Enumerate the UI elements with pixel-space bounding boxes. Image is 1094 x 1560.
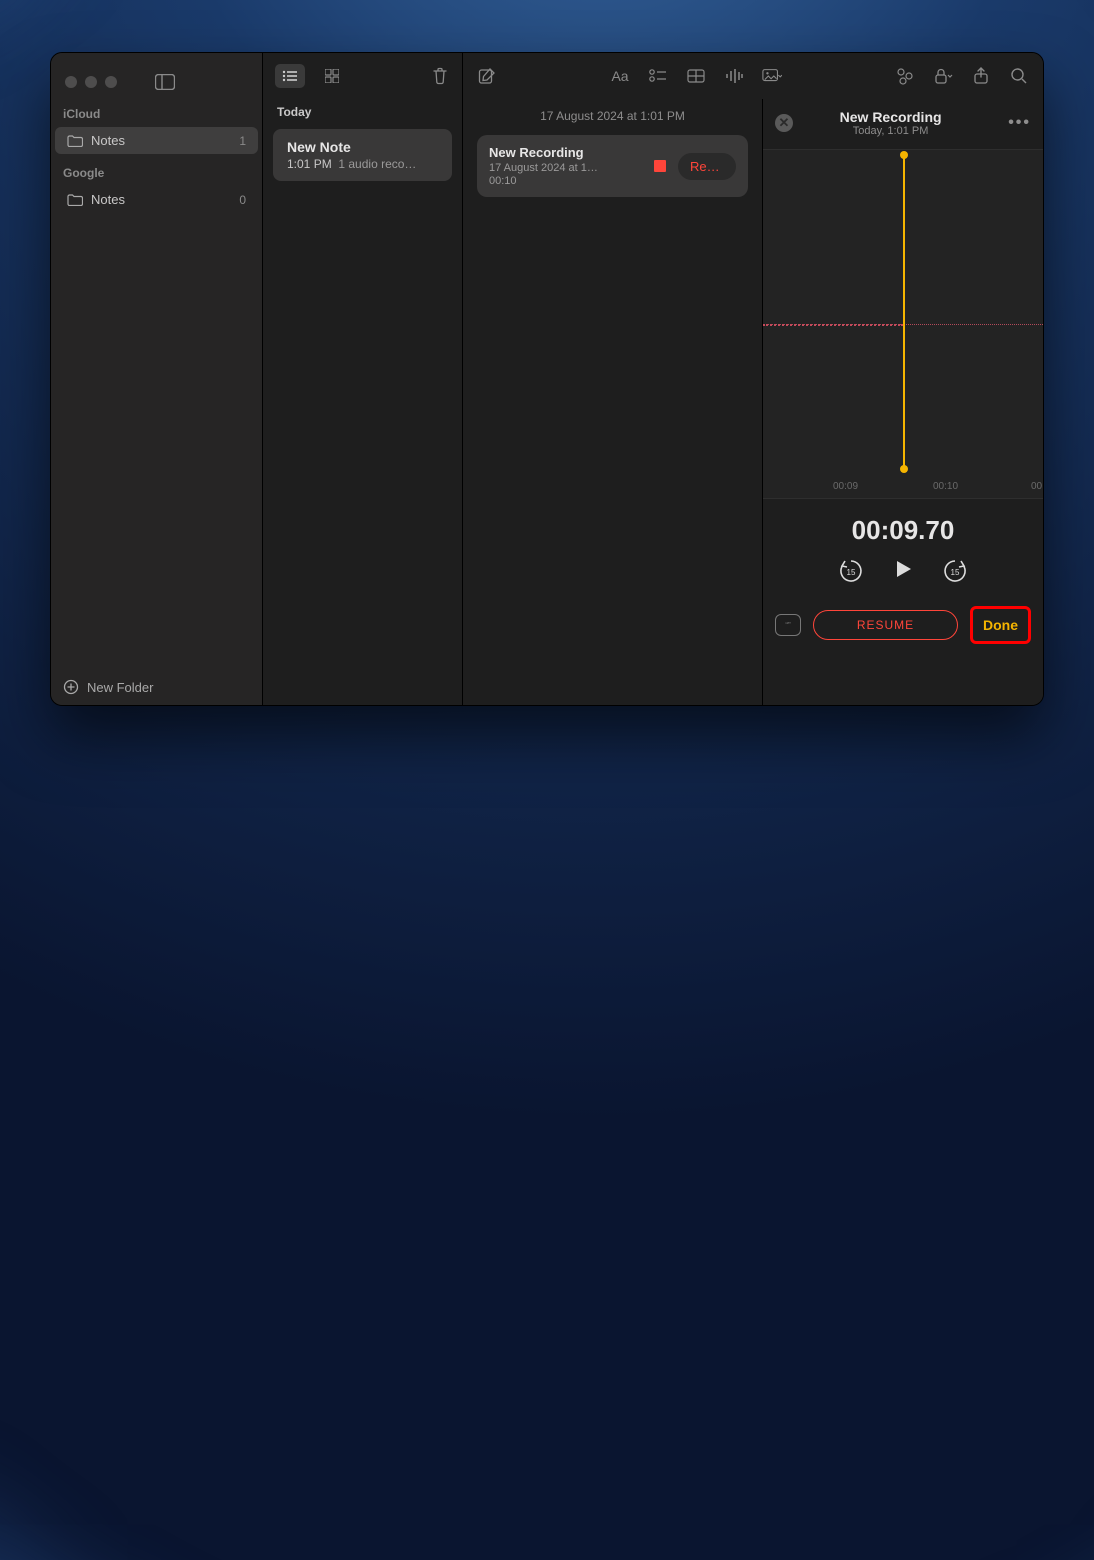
resume-chip-button[interactable]: Resu… bbox=[678, 153, 736, 180]
date-section-label: Today bbox=[263, 99, 462, 125]
record-indicator-icon bbox=[654, 160, 666, 172]
note-date-line: 17 August 2024 at 1:01 PM bbox=[477, 99, 748, 135]
folder-icon bbox=[67, 194, 83, 206]
forward-15-icon[interactable]: 15 bbox=[942, 558, 968, 584]
window-controls bbox=[51, 69, 262, 95]
time-tick: 00:10 bbox=[933, 481, 958, 492]
done-button[interactable]: Done bbox=[975, 611, 1026, 639]
play-icon[interactable] bbox=[892, 558, 914, 584]
folder-name: Notes bbox=[91, 192, 125, 207]
minimize-window-icon[interactable] bbox=[85, 76, 97, 88]
recording-subtitle: Today, 1:01 PM bbox=[783, 125, 998, 137]
grid-view-icon[interactable] bbox=[317, 64, 347, 88]
search-icon[interactable] bbox=[1009, 66, 1029, 86]
close-window-icon[interactable] bbox=[65, 76, 77, 88]
recording-title: New Recording bbox=[783, 109, 998, 125]
link-icon[interactable] bbox=[895, 66, 915, 86]
audio-attachment-chip[interactable]: New Recording 17 August 2024 at 1… 00:10… bbox=[477, 135, 748, 197]
checklist-icon[interactable] bbox=[648, 66, 668, 86]
note-title: New Note bbox=[287, 139, 438, 155]
waveform-recorded-segment bbox=[763, 324, 903, 326]
trash-icon[interactable] bbox=[430, 66, 450, 86]
editor-toolbar: Aa bbox=[463, 53, 1043, 99]
waveform-area[interactable]: 00:09 00:10 00 bbox=[763, 149, 1043, 499]
svg-text:15: 15 bbox=[847, 568, 856, 577]
svg-text:15: 15 bbox=[951, 568, 960, 577]
sidebar-section-label: Google bbox=[51, 154, 262, 186]
transport-controls: 15 15 bbox=[763, 552, 1043, 598]
plus-circle-icon bbox=[63, 679, 79, 695]
share-icon[interactable] bbox=[971, 66, 991, 86]
sidebar-folder-icloud-notes[interactable]: Notes 1 bbox=[55, 127, 258, 154]
audio-icon[interactable] bbox=[724, 66, 744, 86]
attachment-title: New Recording bbox=[489, 145, 642, 160]
folder-icon bbox=[67, 135, 83, 147]
compose-icon[interactable] bbox=[477, 66, 497, 86]
zoom-window-icon[interactable] bbox=[105, 76, 117, 88]
toggle-sidebar-icon[interactable] bbox=[155, 74, 175, 90]
list-toolbar bbox=[263, 53, 462, 99]
text-format-icon[interactable]: Aa bbox=[610, 66, 630, 86]
recording-panel: ✕ New Recording Today, 1:01 PM ••• 00:09… bbox=[763, 99, 1043, 705]
sidebar: iCloud Notes 1 Google Notes 0 bbox=[51, 53, 263, 705]
list-view-icon[interactable] bbox=[275, 64, 305, 88]
time-tick: 00:09 bbox=[833, 481, 858, 492]
tutorial-highlight: Done bbox=[970, 606, 1031, 644]
playhead[interactable] bbox=[903, 154, 905, 470]
folder-name: Notes bbox=[91, 133, 125, 148]
note-list-item[interactable]: New Note 1:01 PM 1 audio reco… bbox=[273, 129, 452, 181]
notes-app-window: iCloud Notes 1 Google Notes 0 bbox=[50, 52, 1044, 706]
transcript-icon[interactable]: “” bbox=[775, 614, 801, 636]
new-folder-label: New Folder bbox=[87, 680, 153, 695]
media-icon[interactable] bbox=[762, 66, 782, 86]
editor-column: Aa bbox=[463, 53, 1043, 705]
editor-main[interactable]: 17 August 2024 at 1:01 PM New Recording … bbox=[463, 99, 763, 705]
lock-icon[interactable] bbox=[933, 66, 953, 86]
timecode-display: 00:09.70 bbox=[763, 499, 1043, 552]
sidebar-folder-google-notes[interactable]: Notes 0 bbox=[55, 186, 258, 213]
new-folder-button[interactable]: New Folder bbox=[51, 669, 262, 705]
attachment-subtitle: 17 August 2024 at 1… bbox=[489, 162, 642, 174]
resume-button[interactable]: RESUME bbox=[813, 610, 958, 640]
time-tick: 00 bbox=[1031, 481, 1042, 492]
attachment-duration: 00:10 bbox=[489, 175, 642, 187]
back-15-icon[interactable]: 15 bbox=[838, 558, 864, 584]
svg-text:“”: “” bbox=[785, 621, 791, 630]
sidebar-section-label: iCloud bbox=[51, 95, 262, 127]
folder-count: 1 bbox=[239, 134, 246, 148]
note-subtitle: 1:01 PM 1 audio reco… bbox=[287, 157, 438, 171]
table-icon[interactable] bbox=[686, 66, 706, 86]
notes-list-column: Today New Note 1:01 PM 1 audio reco… bbox=[263, 53, 463, 705]
folder-count: 0 bbox=[239, 193, 246, 207]
more-options-icon[interactable]: ••• bbox=[1008, 114, 1031, 132]
